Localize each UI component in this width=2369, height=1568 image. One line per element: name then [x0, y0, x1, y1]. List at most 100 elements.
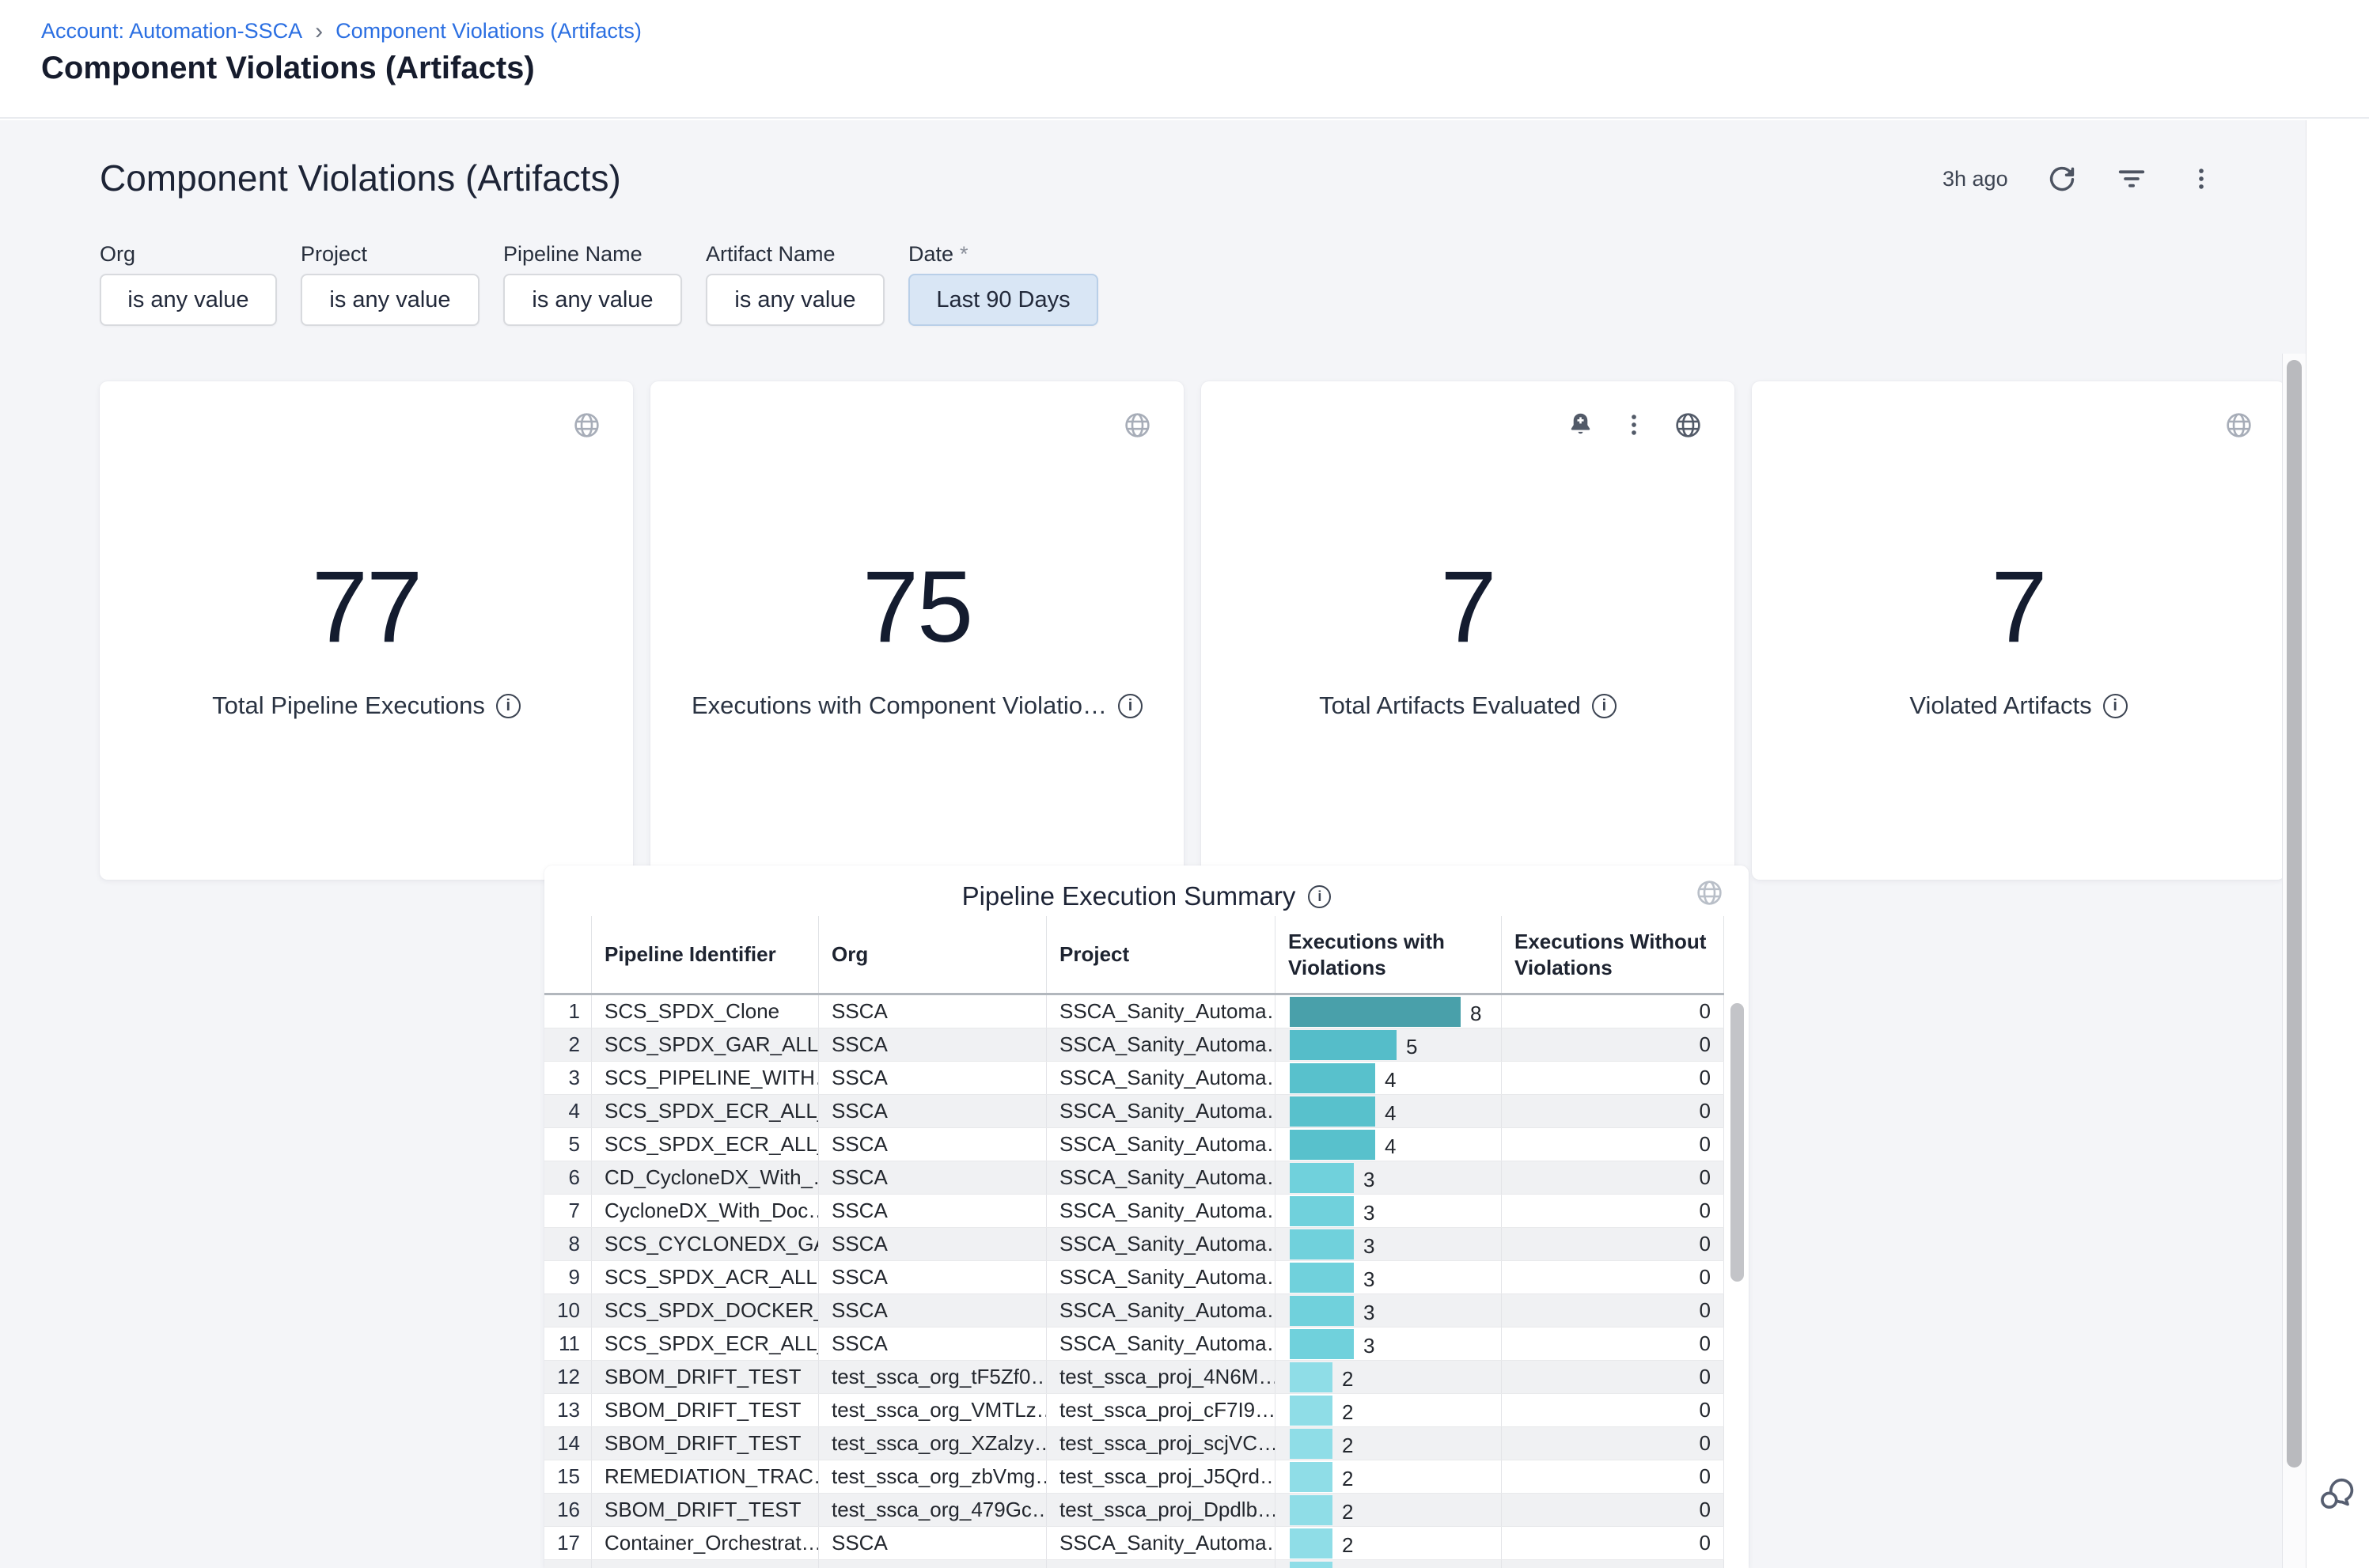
info-icon[interactable]: i [2103, 694, 2128, 718]
filter-value-button[interactable]: is any value [706, 274, 885, 326]
kebab-icon[interactable] [1619, 410, 1649, 440]
kpi-tile: 7Violated Artifactsi [1752, 381, 2285, 880]
globe-icon[interactable] [1122, 410, 1152, 440]
violations-bar[interactable] [1290, 1495, 1332, 1525]
table-row[interactable]: 17Container_Orchestrat…SSCASSCA_Sanity_A… [544, 1527, 1724, 1560]
org-cell: SSCA [819, 1261, 1047, 1293]
filter-value-button[interactable]: Last 90 Days [908, 274, 1098, 326]
info-icon[interactable]: i [1592, 694, 1617, 718]
info-icon[interactable]: i [496, 694, 521, 718]
column-header-index [544, 916, 592, 993]
violations-bar-value: 3 [1363, 1334, 1374, 1358]
project-cell [1047, 1560, 1275, 1568]
row-index-cell: 4 [544, 1095, 592, 1127]
table-row[interactable]: 14SBOM_DRIFT_TESTtest_ssca_org_XZalzy…te… [544, 1427, 1724, 1460]
globe-icon[interactable] [571, 410, 601, 440]
globe-icon[interactable] [1673, 410, 1703, 440]
violations-bar[interactable] [1290, 1163, 1354, 1193]
org-cell: test_ssca_org_XZalzy… [819, 1427, 1047, 1460]
executions-without-violations-cell: 0 [1502, 1494, 1724, 1526]
violations-bar-value: 2 [1342, 1467, 1353, 1491]
violations-bar[interactable] [1290, 1130, 1375, 1160]
violations-bar[interactable] [1290, 1329, 1354, 1359]
globe-icon[interactable] [1693, 877, 1725, 908]
column-header: Project [1047, 916, 1275, 993]
table-row[interactable]: 5SCS_SPDX_ECR_ALL_…SSCASSCA_Sanity_Autom… [544, 1128, 1724, 1161]
row-index-cell: 2 [544, 1028, 592, 1061]
project-cell: SSCA_Sanity_Automa… [1047, 1062, 1275, 1094]
kpi-tile: 7Total Artifacts Evaluatedi [1201, 381, 1734, 880]
filter-button[interactable] [2116, 163, 2147, 195]
org-cell: SSCA [819, 1228, 1047, 1260]
project-cell: SSCA_Sanity_Automa… [1047, 1527, 1275, 1559]
violations-bar[interactable] [1290, 1096, 1375, 1127]
table-row[interactable]: 11SCS_SPDX_ECR_ALL_…SSCASSCA_Sanity_Auto… [544, 1327, 1724, 1361]
filter-label: Org [100, 242, 277, 274]
executions-without-violations-cell: 0 [1502, 1095, 1724, 1127]
project-cell: SSCA_Sanity_Automa… [1047, 1228, 1275, 1260]
table-row[interactable]: 16SBOM_DRIFT_TESTtest_ssca_org_479Gc…tes… [544, 1494, 1724, 1527]
kpi-label-text: Violated Artifacts [1909, 691, 2091, 720]
tile-icons [1122, 410, 1152, 440]
table-row[interactable]: 9SCS_SPDX_ACR_ALL…SSCASSCA_Sanity_Automa… [544, 1261, 1724, 1294]
table-row[interactable]: 1SCS_SPDX_CloneSSCASSCA_Sanity_Automa…80 [544, 995, 1724, 1028]
table-row[interactable]: 3SCS_PIPELINE_WITH…SSCASSCA_Sanity_Autom… [544, 1062, 1724, 1095]
chat-support-button[interactable] [2315, 1471, 2360, 1516]
table-row[interactable]: 7CycloneDX_With_Doc…SSCASSCA_Sanity_Auto… [544, 1195, 1724, 1228]
main-scrollbar-thumb[interactable] [2287, 360, 2302, 1468]
filter-value-button[interactable]: is any value [301, 274, 479, 326]
refresh-button[interactable] [2046, 163, 2078, 195]
kpi-value: 77 [100, 557, 633, 658]
main-scrollbar-track[interactable] [2282, 354, 2306, 1568]
violations-bar[interactable] [1290, 1429, 1332, 1459]
violations-bar-value: 2 [1342, 1533, 1353, 1558]
violations-bar[interactable] [1290, 1063, 1375, 1093]
violations-bar[interactable] [1290, 1229, 1354, 1259]
violations-bar[interactable] [1290, 1030, 1397, 1060]
breadcrumb-account-link[interactable]: Account: Automation-SSCA [41, 19, 302, 44]
violations-bar[interactable] [1290, 1562, 1332, 1568]
bell-plus-icon[interactable] [1565, 410, 1595, 440]
table-row[interactable]: 6CD_CycloneDX_With_…SSCASSCA_Sanity_Auto… [544, 1161, 1724, 1195]
globe-icon[interactable] [2223, 410, 2253, 440]
executions-without-violations-cell: 0 [1502, 1427, 1724, 1460]
filter-project: Projectis any value [301, 242, 479, 326]
pipeline-identifier-cell: SCS_SPDX_ECR_ALL_… [592, 1095, 819, 1127]
violations-bar-value: 5 [1406, 1035, 1417, 1059]
filter-value-button[interactable]: is any value [100, 274, 277, 326]
table-row[interactable]: 4SCS_SPDX_ECR_ALL_…SSCASSCA_Sanity_Autom… [544, 1095, 1724, 1128]
table-row[interactable]: 2SCS_SPDX_GAR_ALL…SSCASSCA_Sanity_Automa… [544, 1028, 1724, 1062]
executions-without-violations-cell: 0 [1502, 1361, 1724, 1393]
pipeline-identifier-cell: SCS_SPDX_ECR_ALL_… [592, 1128, 819, 1161]
kebab-menu-button[interactable] [2185, 163, 2217, 195]
violations-bar[interactable] [1290, 1462, 1332, 1492]
violations-bar[interactable] [1290, 1396, 1332, 1426]
violations-bar[interactable] [1290, 1296, 1354, 1326]
table-row[interactable]: 13SBOM_DRIFT_TESTtest_ssca_org_VMTLz…tes… [544, 1394, 1724, 1427]
pipeline-identifier-cell: CD_CycloneDX_With_… [592, 1161, 819, 1194]
violations-bar-value: 4 [1385, 1068, 1396, 1093]
executions-with-violations-cell: 2 [1275, 1527, 1502, 1559]
violations-bar[interactable] [1290, 1528, 1332, 1559]
executions-with-violations-cell: 3 [1275, 1261, 1502, 1293]
pipeline-identifier-cell: Container_Orchestrat… [592, 1527, 819, 1559]
violations-bar[interactable] [1290, 1362, 1332, 1392]
filter-label: Date* [908, 242, 1098, 274]
violations-bar[interactable] [1290, 1263, 1354, 1293]
filter-label: Artifact Name [706, 242, 885, 274]
info-icon[interactable]: i [1118, 694, 1143, 718]
row-index-cell: 11 [544, 1327, 592, 1360]
row-index-cell: 8 [544, 1228, 592, 1260]
filter-value-button[interactable]: is any value [503, 274, 682, 326]
info-icon[interactable]: i [1308, 885, 1331, 908]
violations-bar[interactable] [1290, 997, 1461, 1027]
breadcrumb-page-link[interactable]: Component Violations (Artifacts) [335, 19, 642, 44]
table-row[interactable]: 15REMEDIATION_TRAC…test_ssca_org_zbVmg…t… [544, 1460, 1724, 1494]
table-row[interactable]: 8SCS_CYCLONEDX_GA…SSCASSCA_Sanity_Automa… [544, 1228, 1724, 1261]
table-row[interactable]: 10SCS_SPDX_DOCKER_…SSCASSCA_Sanity_Autom… [544, 1294, 1724, 1327]
project-cell: SSCA_Sanity_Automa… [1047, 1294, 1275, 1327]
violations-bar[interactable] [1290, 1196, 1354, 1226]
table-scrollbar[interactable] [1730, 1003, 1744, 1282]
table-row[interactable]: 12SBOM_DRIFT_TESTtest_ssca_org_tF5Zf0…te… [544, 1361, 1724, 1394]
table-row[interactable] [544, 1560, 1724, 1568]
